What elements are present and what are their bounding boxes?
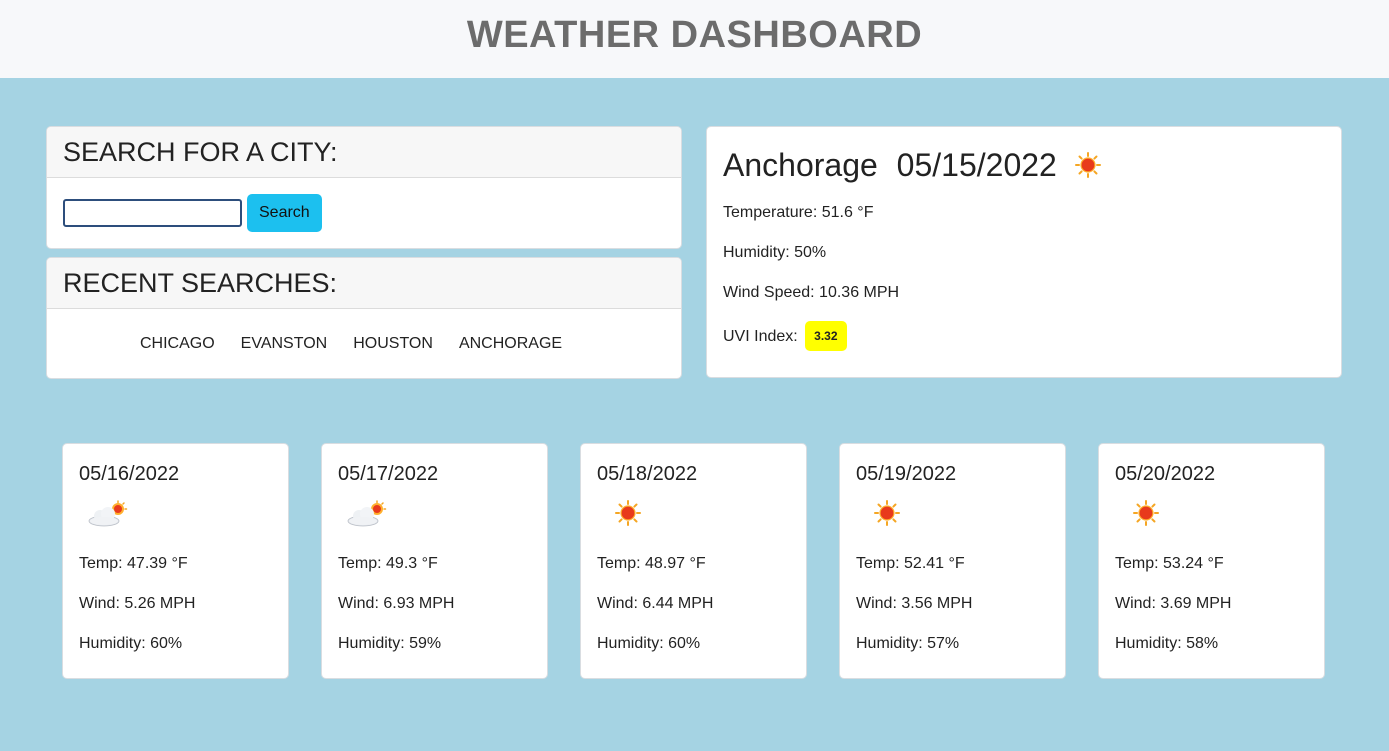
search-card-header: SEARCH FOR A CITY: — [47, 127, 681, 178]
page-title: WEATHER DASHBOARD — [466, 13, 923, 56]
sun-icon — [1133, 500, 1159, 526]
current-weather-card: Anchorage 05/15/2022 Temperature: 51.6 °… — [706, 126, 1342, 378]
forecast-stats: Temp: 48.97 °F Wind: 6.44 MPH Humidity: 60… — [597, 552, 790, 672]
forecast-stats: Temp: 47.39 °F Wind: 5.26 MPH Humidity: 60… — [79, 552, 272, 672]
forecast-card: 05/19/2022 Temp: 52.41 °F Wind: 3.56 MPH Hu… — [839, 443, 1066, 679]
forecast-wind: Wind: 3.56 MPH — [856, 595, 973, 612]
forecast-stats: Temp: 49.3 °F Wind: 6.93 MPH Humidity: 59% — [338, 552, 531, 672]
forecast-stats: Temp: 52.41 °F Wind: 3.56 MPH Humidity: 57… — [856, 552, 1049, 672]
forecast-humidity: Humidity: 58% — [1115, 635, 1219, 652]
forecast-icon-wrap — [597, 490, 790, 538]
forecast-temp: Temp: 53.24 °F — [1115, 555, 1224, 572]
recent-list: CHICAGO EVANSTON HOUSTON ANCHORAGE — [47, 309, 681, 378]
forecast-humidity: Humidity: 57% — [856, 635, 960, 652]
page-header: WEATHER DASHBOARD — [0, 0, 1389, 78]
current-date: 05/15/2022 — [896, 146, 1057, 183]
recent-item-houston[interactable]: HOUSTON — [340, 335, 446, 353]
sun-icon — [615, 500, 641, 526]
forecast-humidity: Humidity: 59% — [338, 635, 442, 652]
forecast-stats: Temp: 53.24 °F Wind: 3.69 MPH Humidity: 58… — [1115, 552, 1308, 672]
forecast-wind: Wind: 3.69 MPH — [1115, 595, 1232, 612]
search-card: SEARCH FOR A CITY: Search — [46, 126, 682, 249]
forecast-humidity: Humidity: 60% — [597, 635, 701, 652]
forecast-wind: Wind: 6.93 MPH — [338, 595, 455, 612]
forecast-icon-wrap — [856, 490, 1049, 538]
forecast-temp: Temp: 52.41 °F — [856, 555, 965, 572]
current-city: Anchorage — [723, 146, 878, 183]
forecast-temp: Temp: 48.97 °F — [597, 555, 706, 572]
forecast-date: 05/20/2022 — [1115, 463, 1216, 485]
forecast-icon-wrap — [1115, 490, 1308, 538]
forecast-wind: Wind: 5.26 MPH — [79, 595, 196, 612]
recent-heading: RECENT SEARCHES: — [63, 267, 338, 298]
current-humidity: Humidity: 50% — [723, 244, 827, 261]
current-title: Anchorage 05/15/2022 — [723, 143, 1325, 187]
city-search-input[interactable] — [63, 199, 242, 227]
current-heading: Anchorage 05/15/2022 — [723, 147, 1057, 184]
recent-card-header: RECENT SEARCHES: — [47, 258, 681, 309]
forecast-date: 05/16/2022 — [79, 463, 180, 485]
search-heading: SEARCH FOR A CITY: — [63, 136, 338, 167]
current-uvi: UVI Index: 3.32 — [723, 321, 1325, 361]
partly-cloudy-icon — [87, 500, 128, 527]
partly-cloudy-icon — [346, 500, 387, 527]
forecast-temp: Temp: 47.39 °F — [79, 555, 188, 572]
current-temperature: Temperature: 51.6 °F — [723, 204, 874, 221]
search-form: Search — [47, 178, 681, 248]
sun-icon — [1074, 152, 1101, 178]
forecast-date: 05/19/2022 — [856, 463, 957, 485]
recent-searches-card: RECENT SEARCHES: CHICAGO EVANSTON HOUSTO… — [46, 257, 682, 379]
forecast-card: 05/20/2022 Temp: 53.24 °F Wind: 3.69 MPH Hu… — [1098, 443, 1325, 679]
forecast-date: 05/17/2022 — [338, 463, 439, 485]
recent-item-chicago[interactable]: CHICAGO — [127, 335, 228, 353]
forecast-temp: Temp: 49.3 °F — [338, 555, 438, 572]
forecast-card: 05/16/2022 Temp: 47.39 °F Wind: 5.26 MPH Hu… — [62, 443, 289, 679]
forecast-wind: Wind: 6.44 MPH — [597, 595, 714, 612]
search-button[interactable]: Search — [247, 194, 322, 232]
recent-item-anchorage[interactable]: ANCHORAGE — [446, 335, 575, 353]
forecast-icon-wrap — [338, 490, 531, 538]
forecast-humidity: Humidity: 60% — [79, 635, 183, 652]
sun-icon — [874, 500, 900, 526]
forecast-date: 05/18/2022 — [597, 463, 698, 485]
forecast-icon-wrap — [79, 490, 272, 538]
uvi-badge: 3.32 — [805, 321, 847, 351]
uvi-label: UVI Index: — [723, 328, 798, 345]
forecast-card: 05/17/2022 Temp: 49.3 °F Wind: 6.93 MPH Hum… — [321, 443, 548, 679]
forecast-card: 05/18/2022 Temp: 48.97 °F Wind: 6.44 MPH Hu… — [580, 443, 807, 679]
recent-item-evanston[interactable]: EVANSTON — [228, 335, 341, 353]
current-wind: Wind Speed: 10.36 MPH — [723, 284, 900, 301]
